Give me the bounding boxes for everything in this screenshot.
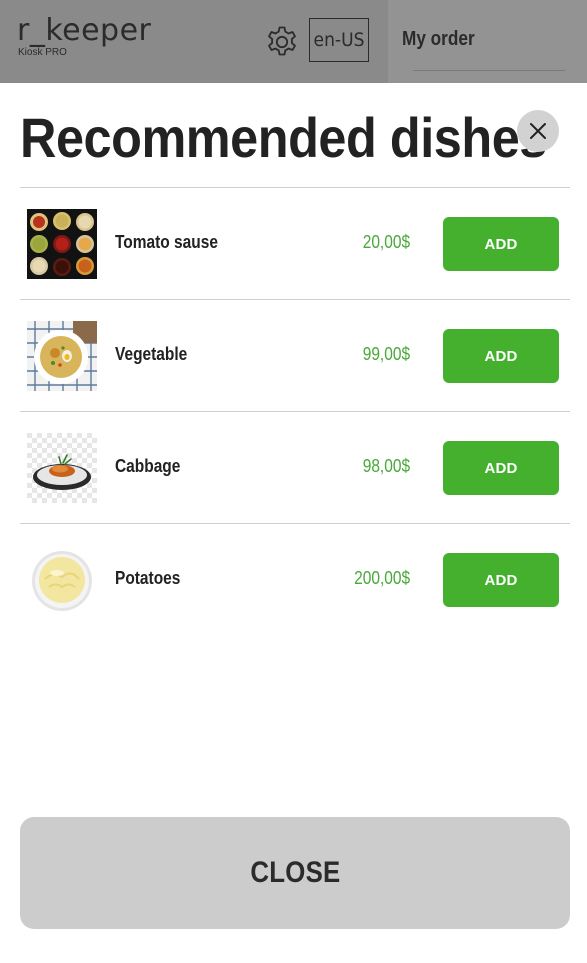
order-title: My order: [402, 28, 475, 50]
dish-price: 98,00$: [362, 456, 410, 476]
add-button[interactable]: ADD: [443, 553, 559, 607]
mashed-potatoes-image: [27, 545, 97, 615]
order-divider: [413, 70, 565, 71]
brand-logo: r_keeper Kiosk PRO: [17, 14, 151, 59]
recommended-dishes-modal: Recommended dishes Tomato sause 20,00$ A…: [0, 83, 587, 963]
dish-name: Vegetable: [115, 344, 188, 364]
close-icon[interactable]: [517, 110, 559, 152]
soup-image: [27, 321, 97, 391]
dish-price: 20,00$: [362, 232, 410, 252]
top-bar: r_keeper Kiosk PRO en-US My order: [0, 0, 587, 83]
dish-name: Tomato sause: [115, 232, 218, 252]
brand-name: r_keeper: [17, 13, 152, 48]
dish-row: Cabbage 98,00$ ADD: [20, 412, 570, 524]
language-button[interactable]: en-US: [309, 18, 369, 62]
add-button[interactable]: ADD: [443, 217, 559, 271]
dish-price: 200,00$: [354, 568, 410, 588]
brand-subtitle: Kiosk PRO: [18, 47, 67, 58]
dish-price: 99,00$: [362, 344, 410, 364]
dish-name: Cabbage: [115, 456, 181, 476]
dish-list: Tomato sause 20,00$ ADD Vegetable 99,00$…: [20, 188, 570, 635]
modal-title: Recommended dishes: [20, 106, 547, 169]
add-button[interactable]: ADD: [443, 441, 559, 495]
dish-row: Tomato sause 20,00$ ADD: [20, 188, 570, 300]
close-button-label: CLOSE: [249, 856, 341, 889]
close-button[interactable]: CLOSE: [20, 817, 570, 929]
pasta-plate-image: [27, 433, 97, 503]
gear-icon[interactable]: [264, 24, 300, 60]
dish-row: Vegetable 99,00$ ADD: [20, 300, 570, 412]
order-panel: My order: [388, 0, 587, 83]
dish-row: Potatoes 200,00$ ADD: [20, 524, 570, 635]
dish-name: Potatoes: [115, 568, 181, 588]
sauces-image: [27, 209, 97, 279]
add-button[interactable]: ADD: [443, 329, 559, 383]
